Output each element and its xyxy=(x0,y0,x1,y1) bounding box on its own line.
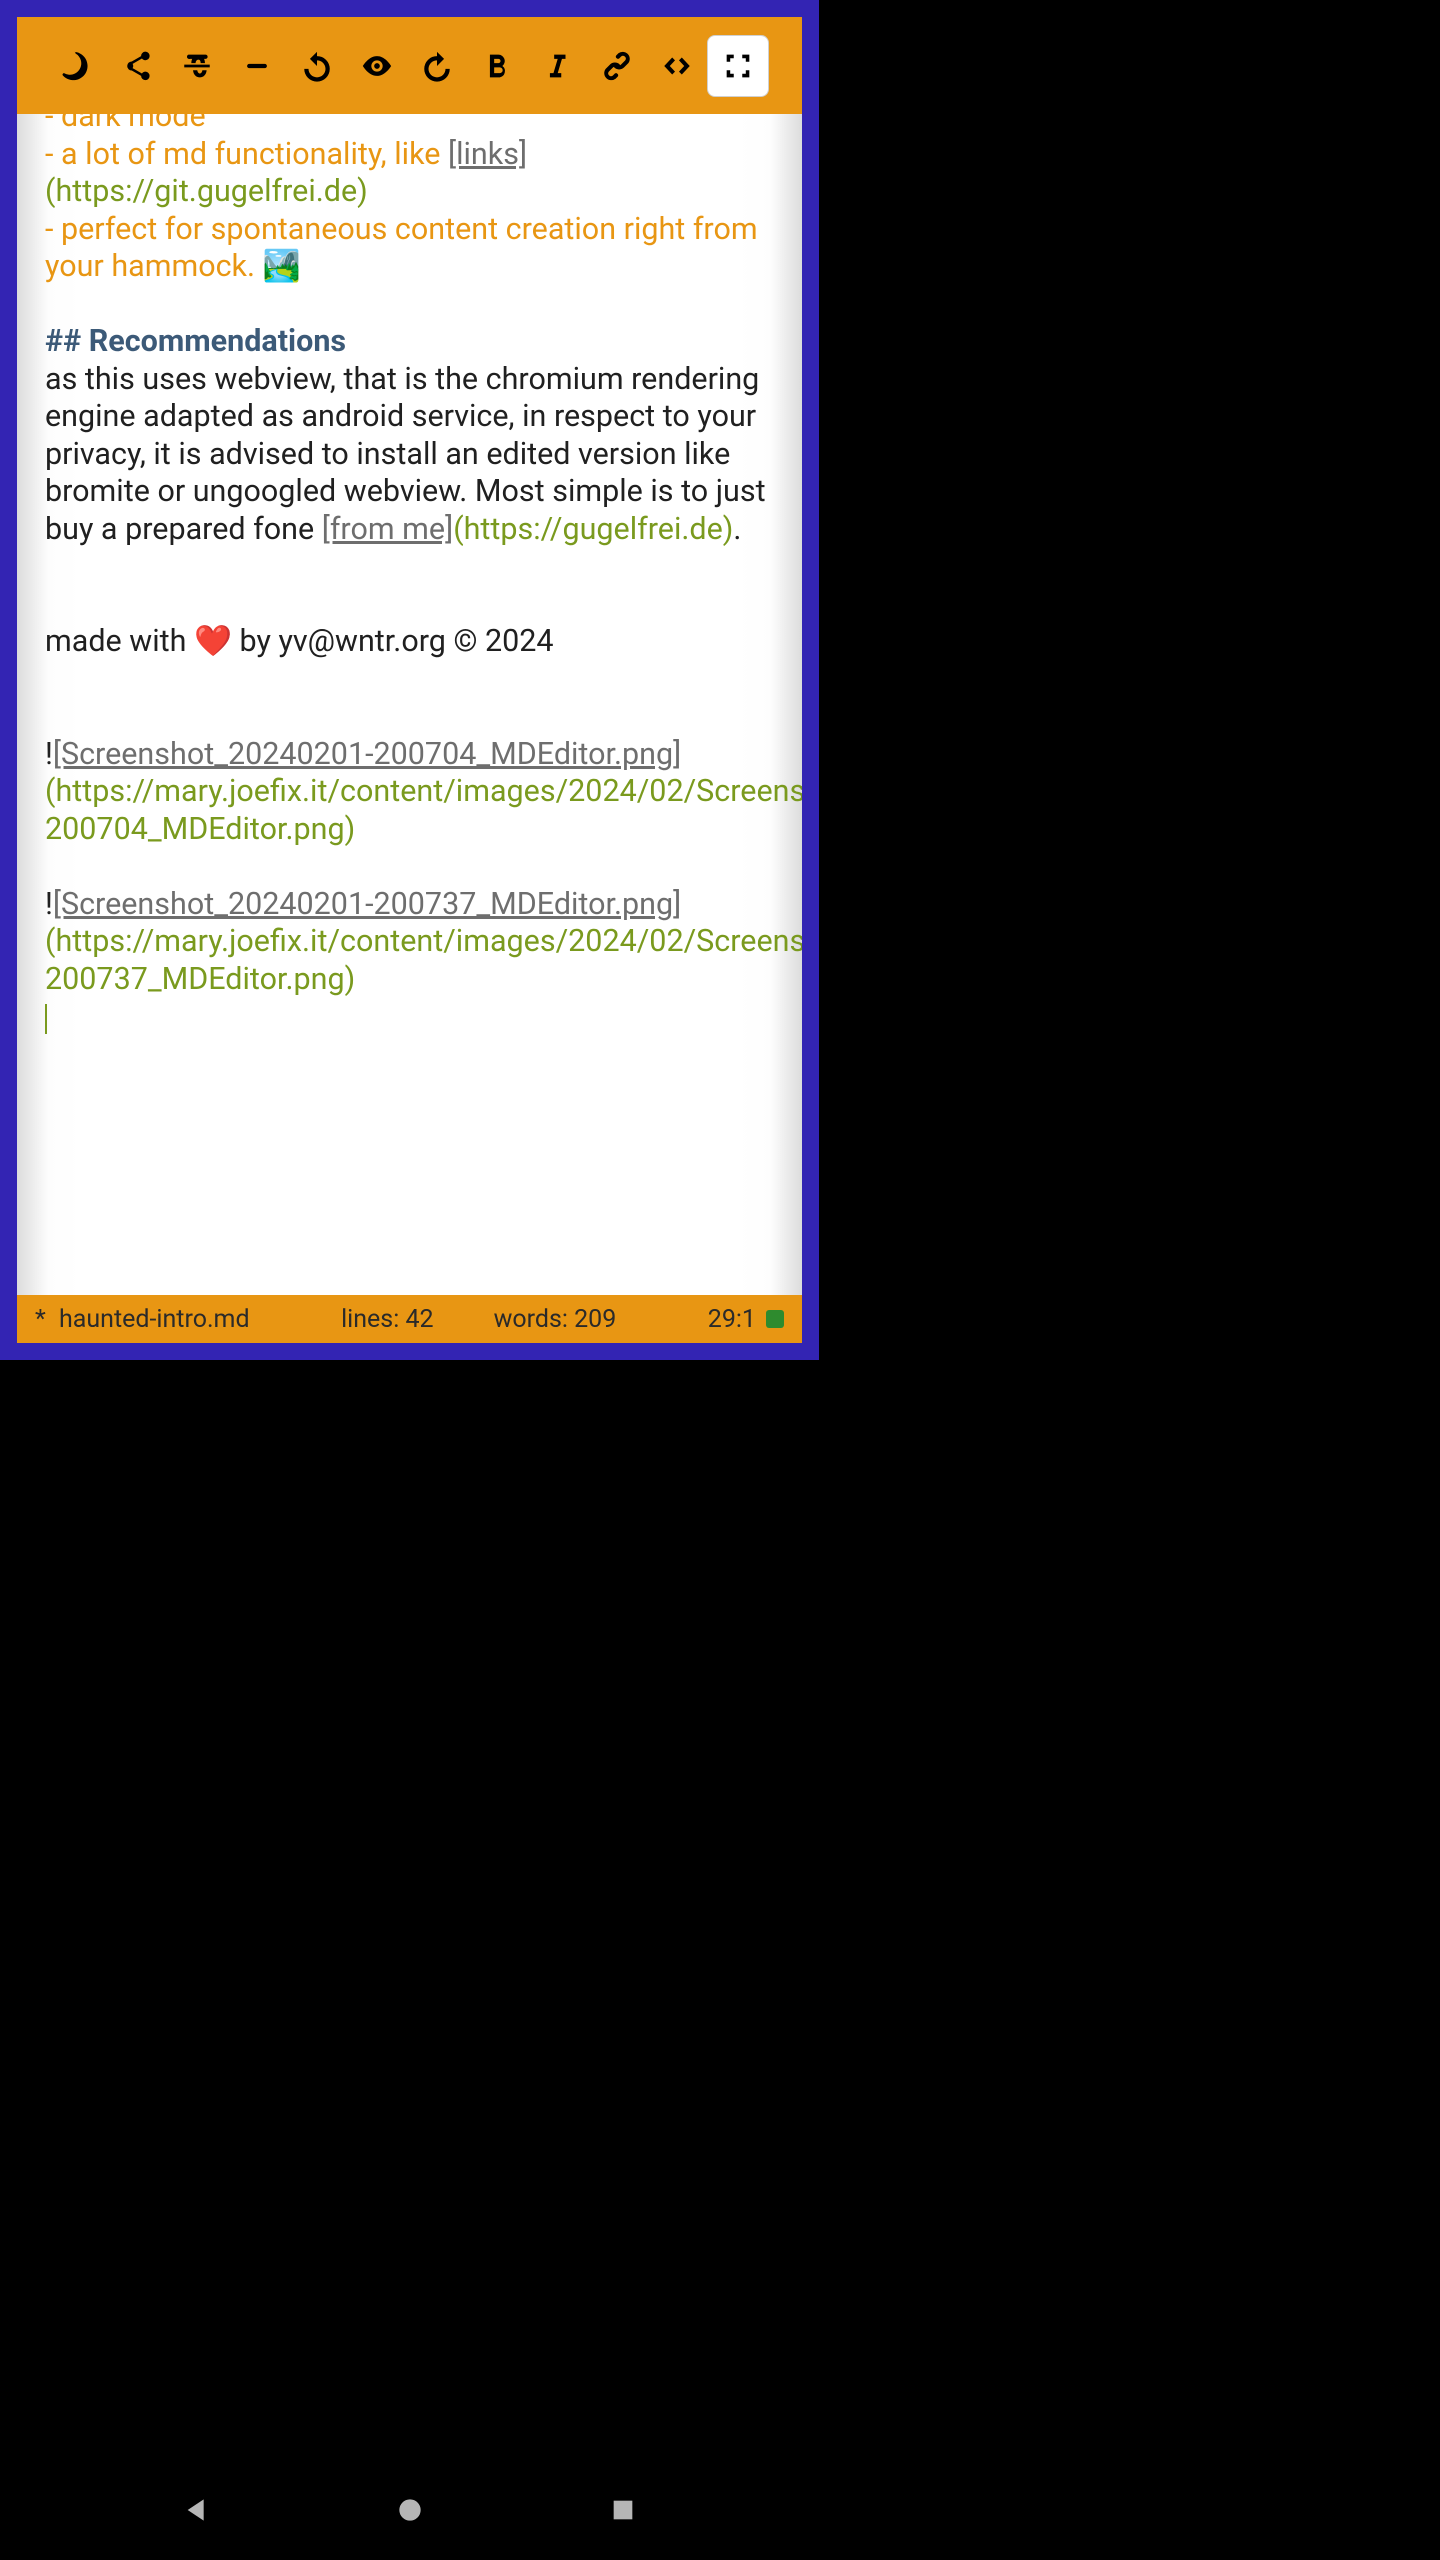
nav-recent-button[interactable] xyxy=(607,2494,639,2530)
fullscreen-icon xyxy=(721,49,755,83)
undo-button[interactable] xyxy=(287,36,347,96)
toolbar xyxy=(17,17,802,114)
recommendations-end: . xyxy=(733,512,741,547)
preview-button[interactable] xyxy=(347,36,407,96)
redo-button[interactable] xyxy=(407,36,467,96)
markdown-editor[interactable]: - dark mode - a lot of md functionality,… xyxy=(17,114,802,1295)
heading-recommendations: ## Recommendations xyxy=(45,324,346,359)
italic-button[interactable] xyxy=(527,36,587,96)
strikethrough-button[interactable] xyxy=(167,36,227,96)
home-circle-icon xyxy=(394,2494,426,2526)
link-button[interactable] xyxy=(587,36,647,96)
bold-button[interactable] xyxy=(467,36,527,96)
image-1-bang: ! xyxy=(45,737,53,772)
save-status-dot xyxy=(766,1310,784,1328)
image-2-alt: [Screenshot_20240201-200737_MDEditor.png… xyxy=(53,887,681,922)
strikethrough-icon xyxy=(180,49,214,83)
status-bar: * haunted-intro.md lines: 42 words: 209 … xyxy=(17,1295,802,1343)
text-cursor xyxy=(45,1004,47,1034)
made-with-footer: made with ❤️ by yv@wntr.org © 2024 xyxy=(45,624,554,659)
image-2-url: (https://mary.joefix.it/content/images/2… xyxy=(45,924,802,997)
code-button[interactable] xyxy=(647,36,707,96)
editor-content: - dark mode - a lot of md functionality,… xyxy=(45,114,774,1036)
share-button[interactable] xyxy=(107,36,167,96)
list-item-2-prefix: - a lot of md functionality, like xyxy=(45,137,448,172)
from-me-link: [from me] xyxy=(322,512,453,547)
cursor-position: 29:1 xyxy=(708,1305,756,1334)
nav-back-button[interactable] xyxy=(181,2494,213,2530)
line-count: lines: 42 xyxy=(341,1305,433,1334)
list-item-3: - perfect for spontaneous content creati… xyxy=(45,212,758,285)
modified-indicator: * xyxy=(35,1305,59,1334)
image-1-url: (https://mary.joefix.it/content/images/2… xyxy=(45,774,802,847)
back-triangle-icon xyxy=(181,2494,213,2526)
image-1-alt: [Screenshot_20240201-200704_MDEditor.png… xyxy=(53,737,681,772)
moon-icon xyxy=(60,49,94,83)
image-2-bang: ! xyxy=(45,887,53,922)
minus-icon xyxy=(240,49,274,83)
nav-home-button[interactable] xyxy=(394,2494,426,2530)
word-count: words: 209 xyxy=(494,1305,617,1334)
dark-mode-toggle[interactable] xyxy=(47,36,107,96)
code-icon xyxy=(660,49,694,83)
from-me-url: (https://gugelfrei.de) xyxy=(453,512,733,547)
link-icon xyxy=(600,49,634,83)
mdeditor-app: - dark mode - a lot of md functionality,… xyxy=(17,17,802,1343)
recent-square-icon xyxy=(607,2494,639,2526)
redo-icon xyxy=(420,49,454,83)
fullscreen-button[interactable] xyxy=(707,35,769,97)
list-item-1: - dark mode xyxy=(45,114,206,134)
links-url: (https://git.gugelfrei.de) xyxy=(45,174,368,209)
android-navbar xyxy=(0,2464,819,2560)
links-link: [links] xyxy=(448,137,527,172)
filename-label: haunted-intro.md xyxy=(59,1305,250,1334)
undo-icon xyxy=(300,49,334,83)
share-icon xyxy=(120,49,154,83)
horizontal-rule-button[interactable] xyxy=(227,36,287,96)
italic-icon xyxy=(540,49,574,83)
bold-icon xyxy=(480,49,514,83)
eye-icon xyxy=(360,49,394,83)
android-frame: - dark mode - a lot of md functionality,… xyxy=(0,0,819,1360)
